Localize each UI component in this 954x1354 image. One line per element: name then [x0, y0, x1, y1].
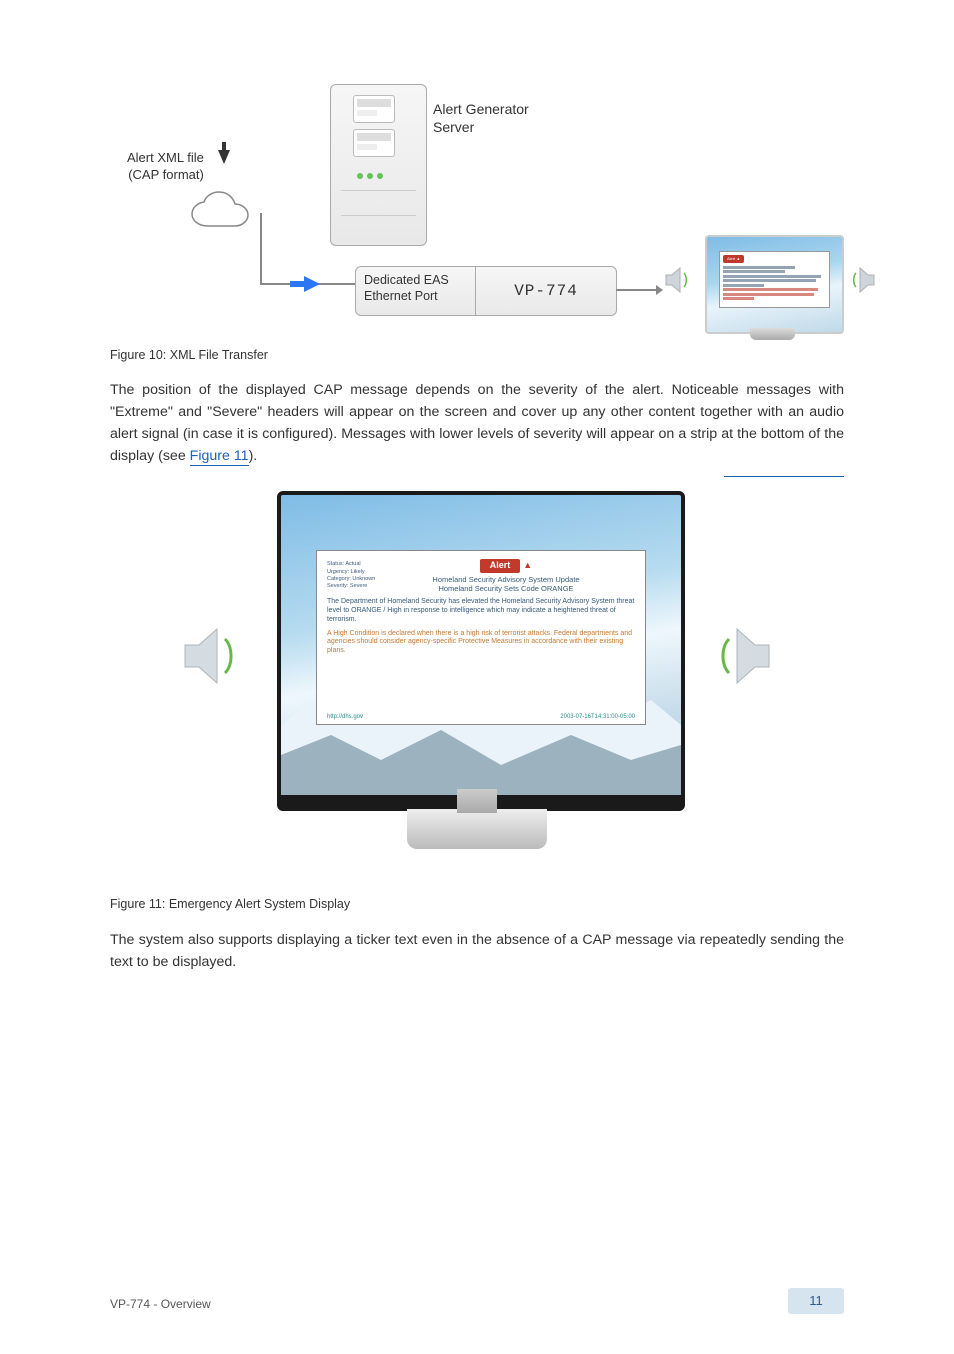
monitor-small-icon: Alert ▲ [705, 235, 844, 334]
alert-tag: Alert [480, 559, 521, 572]
figure-xml-transfer: Alert Generator Server Alert XML file (C… [110, 70, 870, 340]
figure-link[interactable]: Figure 11 [190, 448, 249, 466]
monitor-large-icon: Status: Actual Urgency: Likely Category:… [277, 491, 685, 811]
server-label: Alert Generator Server [433, 100, 529, 136]
arrow-right-icon [304, 276, 320, 292]
speaker-icon [664, 265, 692, 295]
alert-paragraph-highlight: A High Condition is declared when there … [327, 630, 635, 656]
alert-tag-small: Alert ▲ [723, 255, 744, 263]
page-footer: VP-774 - Overview 11 [110, 1288, 844, 1314]
status-line: Urgency: Likely [327, 569, 377, 576]
output-line [616, 289, 656, 291]
server-label-line2: Server [433, 119, 474, 135]
alert-status-column: Status: Actual Urgency: Likely Category:… [327, 559, 377, 590]
xml-file-label: Alert XML file (CAP format) [127, 150, 204, 184]
device-name: VP-774 [476, 279, 616, 304]
para2-text: The system also supports displaying a ti… [110, 929, 844, 973]
section-underline [110, 473, 844, 477]
page-number: 11 [788, 1288, 844, 1314]
server-icon [330, 84, 427, 246]
status-line: Severity: Severe [327, 583, 377, 590]
alert-footer-url: http://dhs.gov [327, 714, 363, 722]
eas-port-line1: Dedicated EAS [364, 273, 449, 287]
speaker-icon [179, 621, 249, 691]
monitor-stand [750, 328, 795, 340]
status-line: Status: Actual [327, 561, 377, 568]
figure-caption-top: Figure 10: XML File Transfer [110, 346, 844, 365]
alert-headline1: Homeland Security Advisory System Update [432, 575, 579, 584]
body-paragraph-1: The position of the displayed CAP messag… [110, 379, 844, 477]
device-box: Dedicated EAS Ethernet Port VP-774 [355, 266, 617, 316]
alert-overlay-small: Alert ▲ [719, 251, 830, 308]
speaker-icon [848, 265, 876, 295]
body-paragraph-2: The system also supports displaying a ti… [110, 929, 844, 973]
xml-file-label-line1: Alert XML file [127, 150, 204, 165]
alert-overlay-large: Status: Actual Urgency: Likely Category:… [316, 550, 646, 725]
cloud-icon [188, 190, 258, 236]
speaker-icon [705, 621, 775, 691]
alert-headline2: Homeland Security Sets Code ORANGE [438, 584, 573, 593]
alert-footer-time: 2003-07-16T14:31:00-05:00 [560, 714, 635, 722]
server-label-line1: Alert Generator [433, 101, 529, 117]
xml-file-label-line2: (CAP format) [128, 167, 204, 182]
monitor-stand [407, 809, 547, 849]
network-line [260, 213, 262, 285]
alert-paragraph: The Department of Homeland Security has … [327, 598, 635, 624]
alert-triangle-icon: ▲ [523, 560, 532, 571]
status-line: Category: Unknown [327, 576, 377, 583]
arrow-down-icon [218, 150, 230, 164]
page: Alert Generator Server Alert XML file (C… [0, 0, 954, 1354]
para1-tail: ). [249, 448, 258, 464]
figure-caption-main: Figure 11: Emergency Alert System Displa… [110, 895, 844, 914]
figure-emergency-alert: Status: Actual Urgency: Likely Category:… [157, 491, 797, 891]
eas-port-label: Dedicated EAS Ethernet Port [356, 267, 476, 315]
footer-product: VP-774 - Overview [110, 1295, 211, 1314]
eas-port-line2: Ethernet Port [364, 289, 438, 303]
